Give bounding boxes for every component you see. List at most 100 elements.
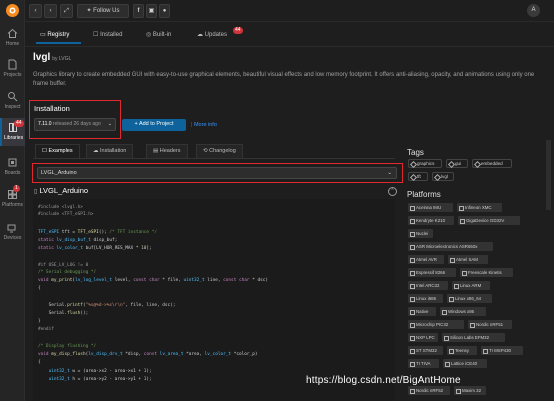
subtab-examples-label: Examples (48, 148, 73, 154)
platform-chip[interactable]: Microchip PIC32 (408, 320, 464, 329)
code-line: void my_print(lv_log_level_t level, cons… (38, 278, 269, 283)
subtab-headers[interactable]: ▤ Headers (146, 144, 188, 158)
nav-projects[interactable]: Projects (0, 59, 25, 78)
tag-embedded[interactable]: embedded (472, 159, 512, 168)
subtab-changelog[interactable]: ⟲ Changelog (196, 144, 243, 158)
registry-icon: ▭ (40, 32, 46, 38)
nav-projects-label: Projects (3, 72, 22, 78)
example-select[interactable]: LVGL_Arduino ⌄ (37, 167, 397, 179)
platform-chip[interactable]: Lattice iCE40 (443, 359, 487, 368)
changelog-icon: ⟲ (203, 148, 208, 154)
nav-inspect-label: Inspect (4, 104, 21, 110)
home-icon (7, 28, 18, 38)
subtab-divider (33, 158, 395, 159)
follow-us-button[interactable]: ✦ Follow Us (77, 4, 129, 18)
user-avatar[interactable]: A (527, 4, 540, 17)
platform-chip[interactable]: Linux i686 (408, 294, 443, 303)
platform-chip[interactable]: Freescale Kinetis (460, 268, 513, 277)
subtab-installation[interactable]: ☁ Installation (86, 144, 134, 158)
tab-installed[interactable]: ☐ Installed (93, 28, 122, 44)
code-viewer: #include <lvgl.h> #include <TFT_eSPI.h> … (33, 199, 395, 401)
facebook-icon: f (137, 8, 140, 14)
tab-builtin[interactable]: ◎ Built-in (146, 28, 171, 44)
platform-chip[interactable]: Infineon XMC (457, 203, 502, 212)
twitter-icon: ✦ (86, 8, 92, 14)
scrollbar[interactable] (546, 140, 551, 210)
add-to-project-button[interactable]: + Add to Project (122, 119, 186, 131)
platform-chip[interactable]: Teensy (447, 346, 477, 355)
platform-chip[interactable]: ASR Microelectronics ASR650x (408, 242, 493, 251)
platforms-heading: Platforms (407, 190, 441, 199)
forward-button[interactable]: › (44, 4, 57, 18)
platform-chip[interactable]: Silicon Labs EFM32 (442, 333, 505, 342)
chevron-left-icon: ‹ (34, 8, 37, 14)
chevron-down-icon: ⌄ (107, 121, 112, 127)
installation-heading: Installation (34, 104, 70, 113)
platform-chip[interactable]: Native (408, 307, 436, 316)
nav-boards[interactable]: Boards (0, 157, 25, 176)
tag-gui[interactable]: gui (446, 159, 468, 168)
version-value: 7.11.0 (38, 121, 52, 127)
platform-chip[interactable]: Intel ARC32 (408, 281, 448, 290)
tab-updates[interactable]: ☁ Updates (197, 28, 227, 44)
platform-chip[interactable]: NXP LPC (408, 333, 438, 342)
linkedin-icon: ▣ (148, 8, 155, 14)
nav-platforms[interactable]: Platforms 1 (0, 185, 25, 208)
library-description: Graphics library to create embedded GUI … (33, 72, 535, 87)
scroll-top-button[interactable]: ⌃ (388, 187, 397, 196)
library-name: lvgl (33, 52, 51, 63)
nav-libraries[interactable]: Libraries 44 (0, 118, 25, 146)
example-file-title-label: LVGL_Arduino (39, 186, 89, 195)
code-line: TFT_eSPI tft = TFT_eSPI(); /* TFT instan… (38, 230, 157, 235)
tag-lvgl[interactable]: lvgl (432, 172, 454, 181)
expand-icon: ⤢ (64, 8, 69, 14)
code-line: static lv_disp_buf_t disp_buf; (38, 238, 118, 243)
code-line: /* Serial debugging */ (38, 270, 97, 275)
subtab-headers-label: Headers (159, 148, 181, 154)
github-icon: ● (162, 8, 167, 14)
tag-tft[interactable]: tft (408, 172, 428, 181)
platform-chip[interactable]: Atmel AVR (408, 255, 444, 264)
platform-chip[interactable]: Atmel SAM (448, 255, 488, 264)
facebook-button[interactable]: f (133, 4, 144, 18)
platform-chip[interactable]: Windows x86 (440, 307, 486, 316)
platform-chip[interactable]: TI TIVA (408, 359, 439, 368)
github-button[interactable]: ● (159, 4, 170, 18)
projects-icon (8, 59, 17, 70)
code-line: void my_disp_flush(lv_disp_drv_t *disp, … (38, 352, 258, 357)
tag-graphics[interactable]: graphics (408, 159, 442, 168)
code-line: #include <TFT_eSPI.h> (38, 212, 94, 217)
nav-platforms-label: Platforms (1, 202, 24, 208)
version-released: released 26 days ago (52, 121, 101, 127)
nav-home[interactable]: Home (0, 28, 25, 47)
linkedin-button[interactable]: ▣ (146, 4, 157, 18)
platform-chip[interactable]: Aceinna IMU (408, 203, 453, 212)
nav-inspect[interactable]: Inspect (0, 91, 25, 110)
expand-button[interactable]: ⤢ (60, 4, 73, 18)
platform-chip[interactable]: Linux x86_64 (447, 294, 492, 303)
platform-chip[interactable]: Kendryte K210 (408, 216, 454, 225)
plus-icon: + (134, 121, 138, 127)
platform-chip[interactable]: Linux ARM (452, 281, 490, 290)
watermark-text: https://blog.csdn.net/BigAntHome (306, 375, 461, 386)
code-line: } (38, 319, 41, 324)
platform-chip[interactable]: TI MSP430 (481, 346, 523, 355)
platform-chip[interactable]: Nordic nRF51 (468, 320, 512, 329)
platform-chip[interactable]: Nuclei (408, 229, 433, 238)
platform-chip[interactable]: ST STM32 (408, 346, 443, 355)
tab-registry[interactable]: ▭ Registry (36, 28, 81, 44)
nav-devices[interactable]: Devices (0, 222, 25, 241)
platform-chip[interactable]: Nordic nRF52 (408, 386, 450, 395)
back-button[interactable]: ‹ (29, 4, 42, 18)
platform-chip[interactable]: GigaDevice GD32V (458, 216, 520, 225)
code-line: static lv_color_t buf[LV_HOR_RES_MAX * 1… (38, 246, 152, 251)
platform-chip[interactable]: Espressif 8266 (408, 268, 456, 277)
examples-icon: ☐ (42, 148, 47, 154)
installed-icon: ☐ (93, 32, 99, 38)
version-select[interactable]: 7.11.0 released 26 days ago ⌄ (34, 118, 116, 131)
tab-builtin-label: Built-in (152, 32, 172, 38)
example-file-title: ▯ LVGL_Arduino (34, 186, 88, 195)
subtab-examples[interactable]: ☐ Examples (35, 144, 80, 158)
platform-chip[interactable]: Maxim 32 (454, 386, 486, 395)
more-info-link[interactable]: | More info (191, 122, 217, 128)
